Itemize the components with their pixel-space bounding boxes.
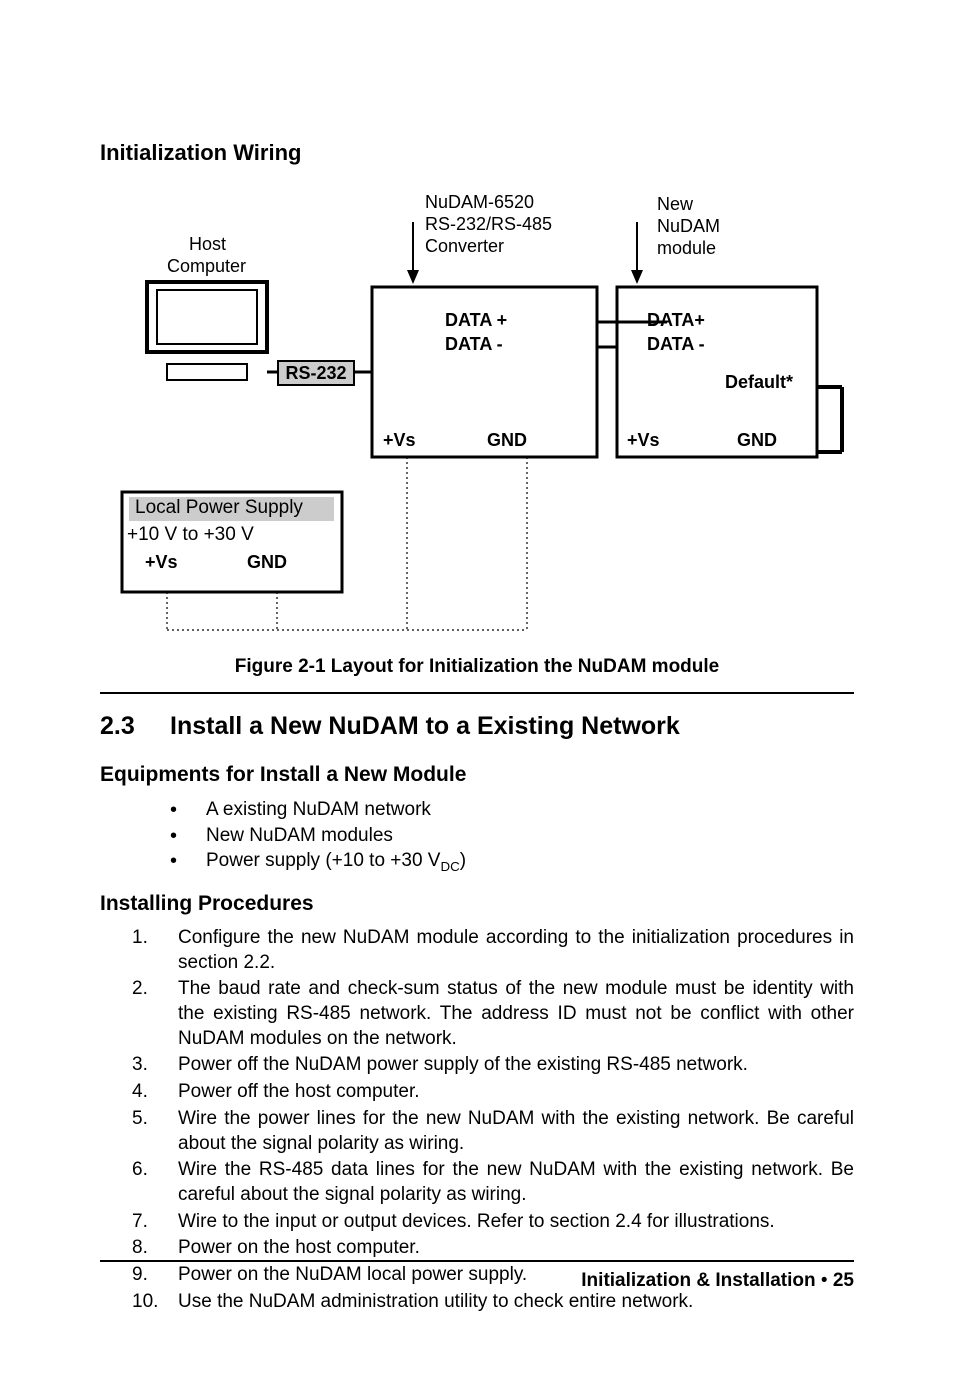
module-vs: +Vs — [627, 430, 660, 451]
heading-initialization-wiring: Initialization Wiring — [100, 140, 854, 166]
list-item: 3.Power off the NuDAM power supply of th… — [132, 1053, 854, 1078]
rs232-label: RS-232 — [277, 360, 355, 386]
step-text: Configure the new NuDAM module according… — [178, 927, 854, 973]
figure-caption: Figure 2-1 Layout for Initialization the… — [157, 656, 797, 678]
step-text: Power on the host computer. — [178, 1237, 420, 1258]
power-gnd: GND — [247, 552, 287, 573]
page-footer: Initialization & Installation • 25 — [100, 1260, 854, 1292]
footer-bullet: • — [816, 1270, 833, 1291]
list-item: A existing NuDAM network — [170, 797, 854, 823]
default-label: Default* — [725, 372, 793, 393]
section-title: Install a New NuDAM to a Existing Networ… — [170, 712, 680, 740]
list-item: 10.Use the NuDAM administration utility … — [132, 1290, 854, 1315]
procedures-heading: Installing Procedures — [100, 892, 854, 916]
footer-chapter: Initialization & Installation — [581, 1270, 815, 1291]
list-item: 1.Configure the new NuDAM module accordi… — [132, 926, 854, 975]
converter-data-plus: DATA + — [445, 310, 507, 331]
procedures-list: 1.Configure the new NuDAM module accordi… — [132, 926, 854, 1314]
step-text: Use the NuDAM administration utility to … — [178, 1291, 693, 1312]
footer-rule — [100, 1260, 854, 1262]
section-number: 2.3 — [100, 712, 170, 741]
equip-item3-post: ) — [460, 850, 466, 871]
equipments-heading: Equipments for Install a New Module — [100, 763, 854, 787]
section-heading: 2.3Install a New NuDAM to a Existing Net… — [100, 712, 854, 741]
module-gnd: GND — [737, 430, 777, 451]
list-item: 8.Power on the host computer. — [132, 1236, 854, 1261]
step-text: Power off the host computer. — [178, 1081, 420, 1102]
list-item: 4.Power off the host computer. — [132, 1080, 854, 1105]
step-text: Wire the RS-485 data lines for the new N… — [178, 1159, 854, 1205]
list-item: New NuDAM modules — [170, 823, 854, 849]
converter-data-minus: DATA - — [445, 334, 503, 355]
converter-vs: +Vs — [383, 430, 416, 451]
power-supply-title: Local Power Supply — [135, 497, 303, 519]
step-text: Power off the NuDAM power supply of the … — [178, 1054, 748, 1075]
step-text: Wire the power lines for the new NuDAM w… — [178, 1108, 854, 1154]
module-data-minus: DATA - — [647, 334, 705, 355]
equip-item3-pre: Power supply (+10 to +30 V — [206, 850, 440, 871]
list-item: 5.Wire the power lines for the new NuDAM… — [132, 1107, 854, 1156]
step-text: The baud rate and check-sum status of th… — [178, 978, 854, 1048]
step-text: Wire to the input or output devices. Ref… — [178, 1211, 775, 1232]
page-root: Initialization Wiring NuDAM-6520 RS-232/… — [0, 0, 954, 1376]
equipments-list: A existing NuDAM network New NuDAM modul… — [170, 797, 854, 876]
list-item: Power supply (+10 to +30 VDC) — [170, 848, 854, 876]
list-item: 2.The baud rate and check-sum status of … — [132, 977, 854, 1051]
list-item: 6.Wire the RS-485 data lines for the new… — [132, 1158, 854, 1207]
footer-page-number: 25 — [833, 1270, 854, 1291]
list-item: 7.Wire to the input or output devices. R… — [132, 1210, 854, 1235]
power-supply-range: +10 V to +30 V — [127, 524, 254, 546]
power-vs: +Vs — [145, 552, 178, 573]
diagram-svg — [107, 192, 847, 682]
module-data-plus: DATA+ — [647, 310, 705, 331]
section-rule-top — [100, 692, 854, 694]
equip-item3-sub: DC — [440, 859, 459, 874]
footer-text: Initialization & Installation • 25 — [100, 1270, 854, 1292]
converter-gnd: GND — [487, 430, 527, 451]
diagram-figure: NuDAM-6520 RS-232/RS-485 Converter New N… — [107, 192, 847, 682]
